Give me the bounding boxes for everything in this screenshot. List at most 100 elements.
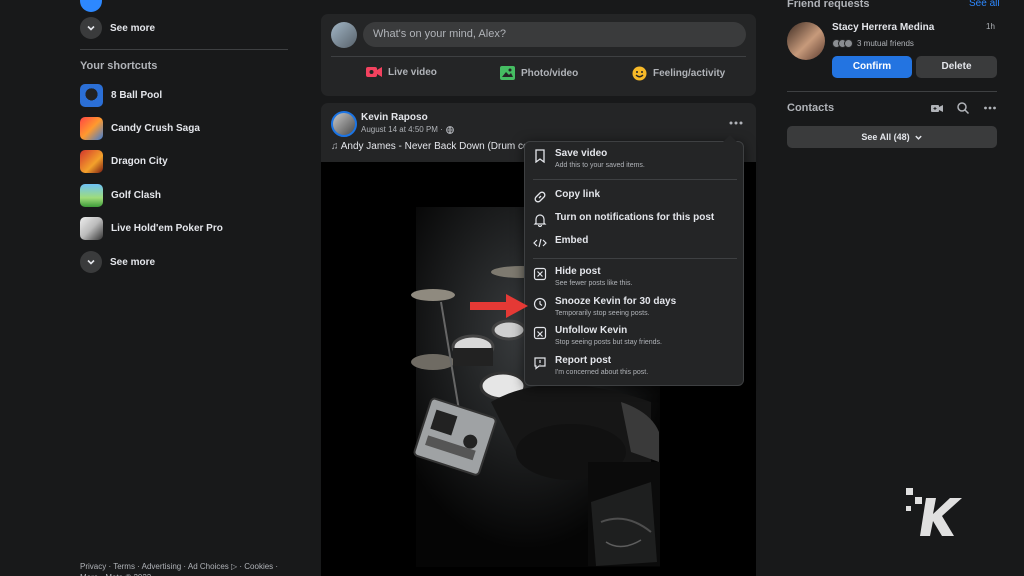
menu-item-copy-link[interactable]: Copy link [533, 189, 737, 204]
chevron-down-icon [914, 135, 922, 140]
status-input[interactable]: What's on your mind, Alex? [363, 22, 746, 47]
report-icon [534, 357, 546, 370]
divider [80, 49, 288, 50]
avatar[interactable] [331, 22, 357, 48]
shortcut-live-holdem[interactable]: Live Hold'em Poker Pro [80, 217, 223, 240]
menu-title: Snooze Kevin for 30 days [555, 296, 677, 307]
menu-item-embed[interactable]: Embed [533, 235, 737, 250]
menu-divider [533, 179, 737, 180]
left-sidebar: See more Your shortcuts 8 Ball Pool Cand… [0, 0, 300, 576]
dragon-city-icon [80, 150, 103, 173]
post-song: ♫ Andy James - Never Back Down (Drum cov… [331, 141, 531, 152]
shortcut-golf-clash[interactable]: Golf Clash [80, 184, 161, 207]
feeling-activity-button[interactable]: Feeling/activity [632, 66, 725, 81]
mutual-friends-label: 3 mutual friends [857, 39, 914, 48]
menu-title: Embed [555, 235, 589, 246]
shortcut-label: Candy Crush Saga [111, 123, 200, 134]
post-meta: August 14 at 4:50 PM · [361, 125, 454, 134]
menu-subtitle: I'm concerned about this post. [555, 369, 649, 376]
menu-title: Report post [555, 355, 612, 366]
mutual-friend-avatar [844, 39, 853, 48]
live-video-button[interactable]: Live video [366, 66, 437, 78]
friend-requests-title: Friend requests [787, 0, 870, 10]
menu-title: Turn on notifications for this post [555, 212, 715, 223]
golf-clash-icon [80, 184, 103, 207]
feeling-activity-label: Feeling/activity [653, 68, 726, 79]
friend-request-time: 1h [986, 22, 995, 31]
smiley-icon [632, 66, 647, 81]
menu-item-hide-post[interactable]: Hide post See fewer posts like this. [533, 266, 737, 289]
ellipsis-icon[interactable] [983, 101, 997, 115]
menu-item-unfollow[interactable]: Unfollow Kevin Stop seeing posts but stay… [533, 325, 737, 348]
photo-video-button[interactable]: Photo/video [500, 66, 578, 80]
shortcuts-title: Your shortcuts [80, 60, 158, 72]
live-video-label: Live video [388, 66, 437, 78]
shortcut-candy-crush[interactable]: Candy Crush Saga [80, 117, 200, 140]
menu-subtitle: Add this to your saved items. [555, 162, 645, 169]
clock-icon [533, 297, 547, 311]
shortcut-partial-icon [80, 0, 102, 12]
shortcut-label: Dragon City [111, 156, 168, 167]
menu-subtitle: See fewer posts like this. [555, 280, 633, 287]
shortcut-8-ball-pool[interactable]: 8 Ball Pool [80, 84, 162, 107]
see-more-shortcuts-button[interactable]: See more [80, 251, 155, 273]
see-more-label: See more [110, 256, 156, 268]
shortcut-label: 8 Ball Pool [111, 90, 163, 101]
unfollow-icon [533, 326, 547, 340]
composer-card: What's on your mind, Alex? Live video Ph… [321, 14, 756, 96]
menu-divider [533, 258, 737, 259]
code-icon [533, 238, 547, 248]
see-more-label: See more [110, 22, 156, 34]
shortcut-label: Golf Clash [111, 190, 162, 201]
avatar[interactable] [787, 22, 825, 60]
8-ball-pool-icon [80, 84, 103, 107]
shortcut-dragon-city[interactable]: Dragon City [80, 150, 168, 173]
music-note-icon: ♫ [331, 141, 341, 152]
video-call-icon[interactable] [930, 101, 944, 115]
red-arrow-annotation [470, 294, 528, 318]
see-more-button[interactable]: See more [80, 17, 155, 39]
menu-subtitle: Stop seeing posts but stay friends. [555, 339, 663, 346]
menu-item-notifications[interactable]: Turn on notifications for this post [533, 212, 737, 227]
avatar[interactable] [331, 111, 357, 137]
hide-icon [533, 267, 547, 281]
post-options-menu: Save video Add this to your saved items. … [524, 135, 744, 386]
see-all-link[interactable]: See all [969, 0, 1000, 9]
menu-item-save-video[interactable]: Save video Add this to your saved items. [533, 148, 737, 171]
menu-title: Copy link [555, 189, 601, 200]
footer-links[interactable]: Privacy · Terms · Advertising · Ad Choic… [80, 561, 295, 576]
poker-icon [80, 217, 103, 240]
chevron-down-icon [80, 251, 102, 273]
menu-subtitle: Temporarily stop seeing posts. [555, 310, 650, 317]
divider [331, 56, 746, 57]
bookmark-icon [535, 149, 545, 163]
song-title: Andy James - Never Back Down (Drum cover… [340, 141, 531, 152]
globe-icon [445, 125, 454, 134]
see-all-contacts-button[interactable]: See All (48) [787, 126, 997, 148]
watermark-logo [906, 488, 962, 536]
shortcut-label: Live Hold'em Poker Pro [111, 223, 223, 234]
menu-title: Save video [555, 148, 608, 159]
divider [787, 91, 997, 92]
confirm-button[interactable]: Confirm [832, 56, 912, 78]
chevron-down-icon [80, 17, 102, 39]
friend-request-name[interactable]: Stacy Herrera Medina [832, 22, 934, 33]
photo-icon [500, 66, 515, 80]
link-icon [534, 191, 546, 203]
menu-title: Unfollow Kevin [555, 325, 628, 336]
see-all-contacts-label: See All (48) [861, 132, 910, 142]
contacts-title: Contacts [787, 102, 835, 114]
menu-item-report[interactable]: Report post I'm concerned about this post… [533, 355, 737, 378]
ellipsis-icon [729, 121, 743, 125]
post-author[interactable]: Kevin Raposo [361, 112, 428, 123]
bell-icon [533, 214, 547, 227]
post-date[interactable]: August 14 at 4:50 PM · [361, 125, 443, 134]
see-more-top-partial[interactable] [80, 0, 102, 12]
search-icon[interactable] [956, 101, 970, 115]
delete-button[interactable]: Delete [916, 56, 997, 78]
menu-title: Hide post [555, 266, 601, 277]
more-options-button[interactable] [726, 113, 746, 133]
photo-video-label: Photo/video [521, 67, 579, 79]
menu-item-snooze[interactable]: Snooze Kevin for 30 days Temporarily stop… [533, 296, 737, 319]
mutual-friends[interactable]: 3 mutual friends [832, 39, 914, 48]
